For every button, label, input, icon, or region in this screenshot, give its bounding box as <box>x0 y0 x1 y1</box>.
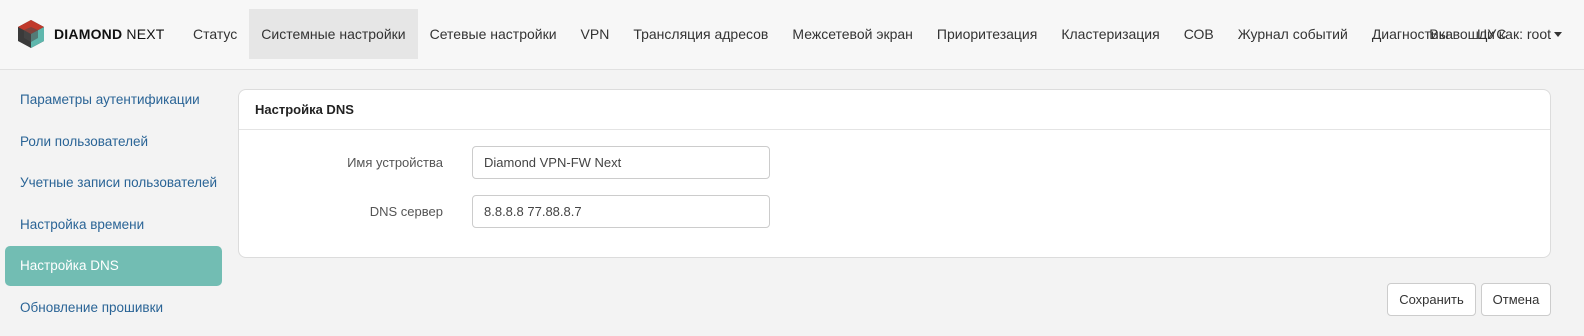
nav-item[interactable]: СОВ <box>1172 9 1226 59</box>
nav-item[interactable]: Журнал событий <box>1226 9 1360 59</box>
sidebar-item[interactable]: Настройка времени <box>5 205 222 245</box>
brand[interactable]: DIAMOND NEXT <box>16 18 165 50</box>
nav-item[interactable]: Межсетевой экран <box>780 9 925 59</box>
user-menu-label: Вы вошли как: root <box>1429 26 1551 42</box>
sidebar-item[interactable]: Параметры аутентификации <box>5 80 222 120</box>
top-navbar: DIAMOND NEXT Статус Системные настройки Се… <box>0 0 1584 70</box>
sidebar-item[interactable]: Роли пользователей <box>5 122 222 162</box>
nav-item[interactable]: Кластеризация <box>1049 9 1171 59</box>
brand-name: DIAMOND NEXT <box>54 26 165 42</box>
main-menu: Статус Системные настройки Сетевые настрой… <box>181 9 1518 59</box>
save-button[interactable]: Сохранить <box>1387 283 1476 316</box>
sidebar: Параметры аутентификации Роли пользовател… <box>5 80 222 330</box>
dns-server-row: DNS сервер <box>239 195 1550 228</box>
cancel-button[interactable]: Отмена <box>1481 283 1551 316</box>
device-name-input[interactable] <box>472 146 770 179</box>
nav-item[interactable]: VPN <box>569 9 622 59</box>
nav-item[interactable]: Приоритезация <box>925 9 1049 59</box>
dns-server-input[interactable] <box>472 195 770 228</box>
device-name-label: Имя устройства <box>347 155 443 170</box>
caret-down-icon <box>1554 32 1562 37</box>
nav-item[interactable]: Трансляция адресов <box>621 9 780 59</box>
sidebar-item[interactable]: Учетные записи пользователей <box>5 163 222 203</box>
sidebar-item[interactable]: Настройка DNS <box>5 246 222 287</box>
nav-item[interactable]: Системные настройки <box>249 9 418 59</box>
panel-title: Настройка DNS <box>239 90 1550 130</box>
dns-server-label: DNS сервер <box>369 204 443 219</box>
dns-settings-panel: Настройка DNS Имя устройства DNS сервер <box>238 89 1551 258</box>
device-name-row: Имя устройства <box>239 146 1550 179</box>
sidebar-item[interactable]: Обновление прошивки <box>5 288 222 328</box>
diamond-cube-logo-icon <box>18 20 44 48</box>
user-menu[interactable]: Вы вошли как: root <box>1429 9 1562 59</box>
nav-item[interactable]: Сетевые настройки <box>418 9 569 59</box>
nav-item[interactable]: Статус <box>181 9 249 59</box>
